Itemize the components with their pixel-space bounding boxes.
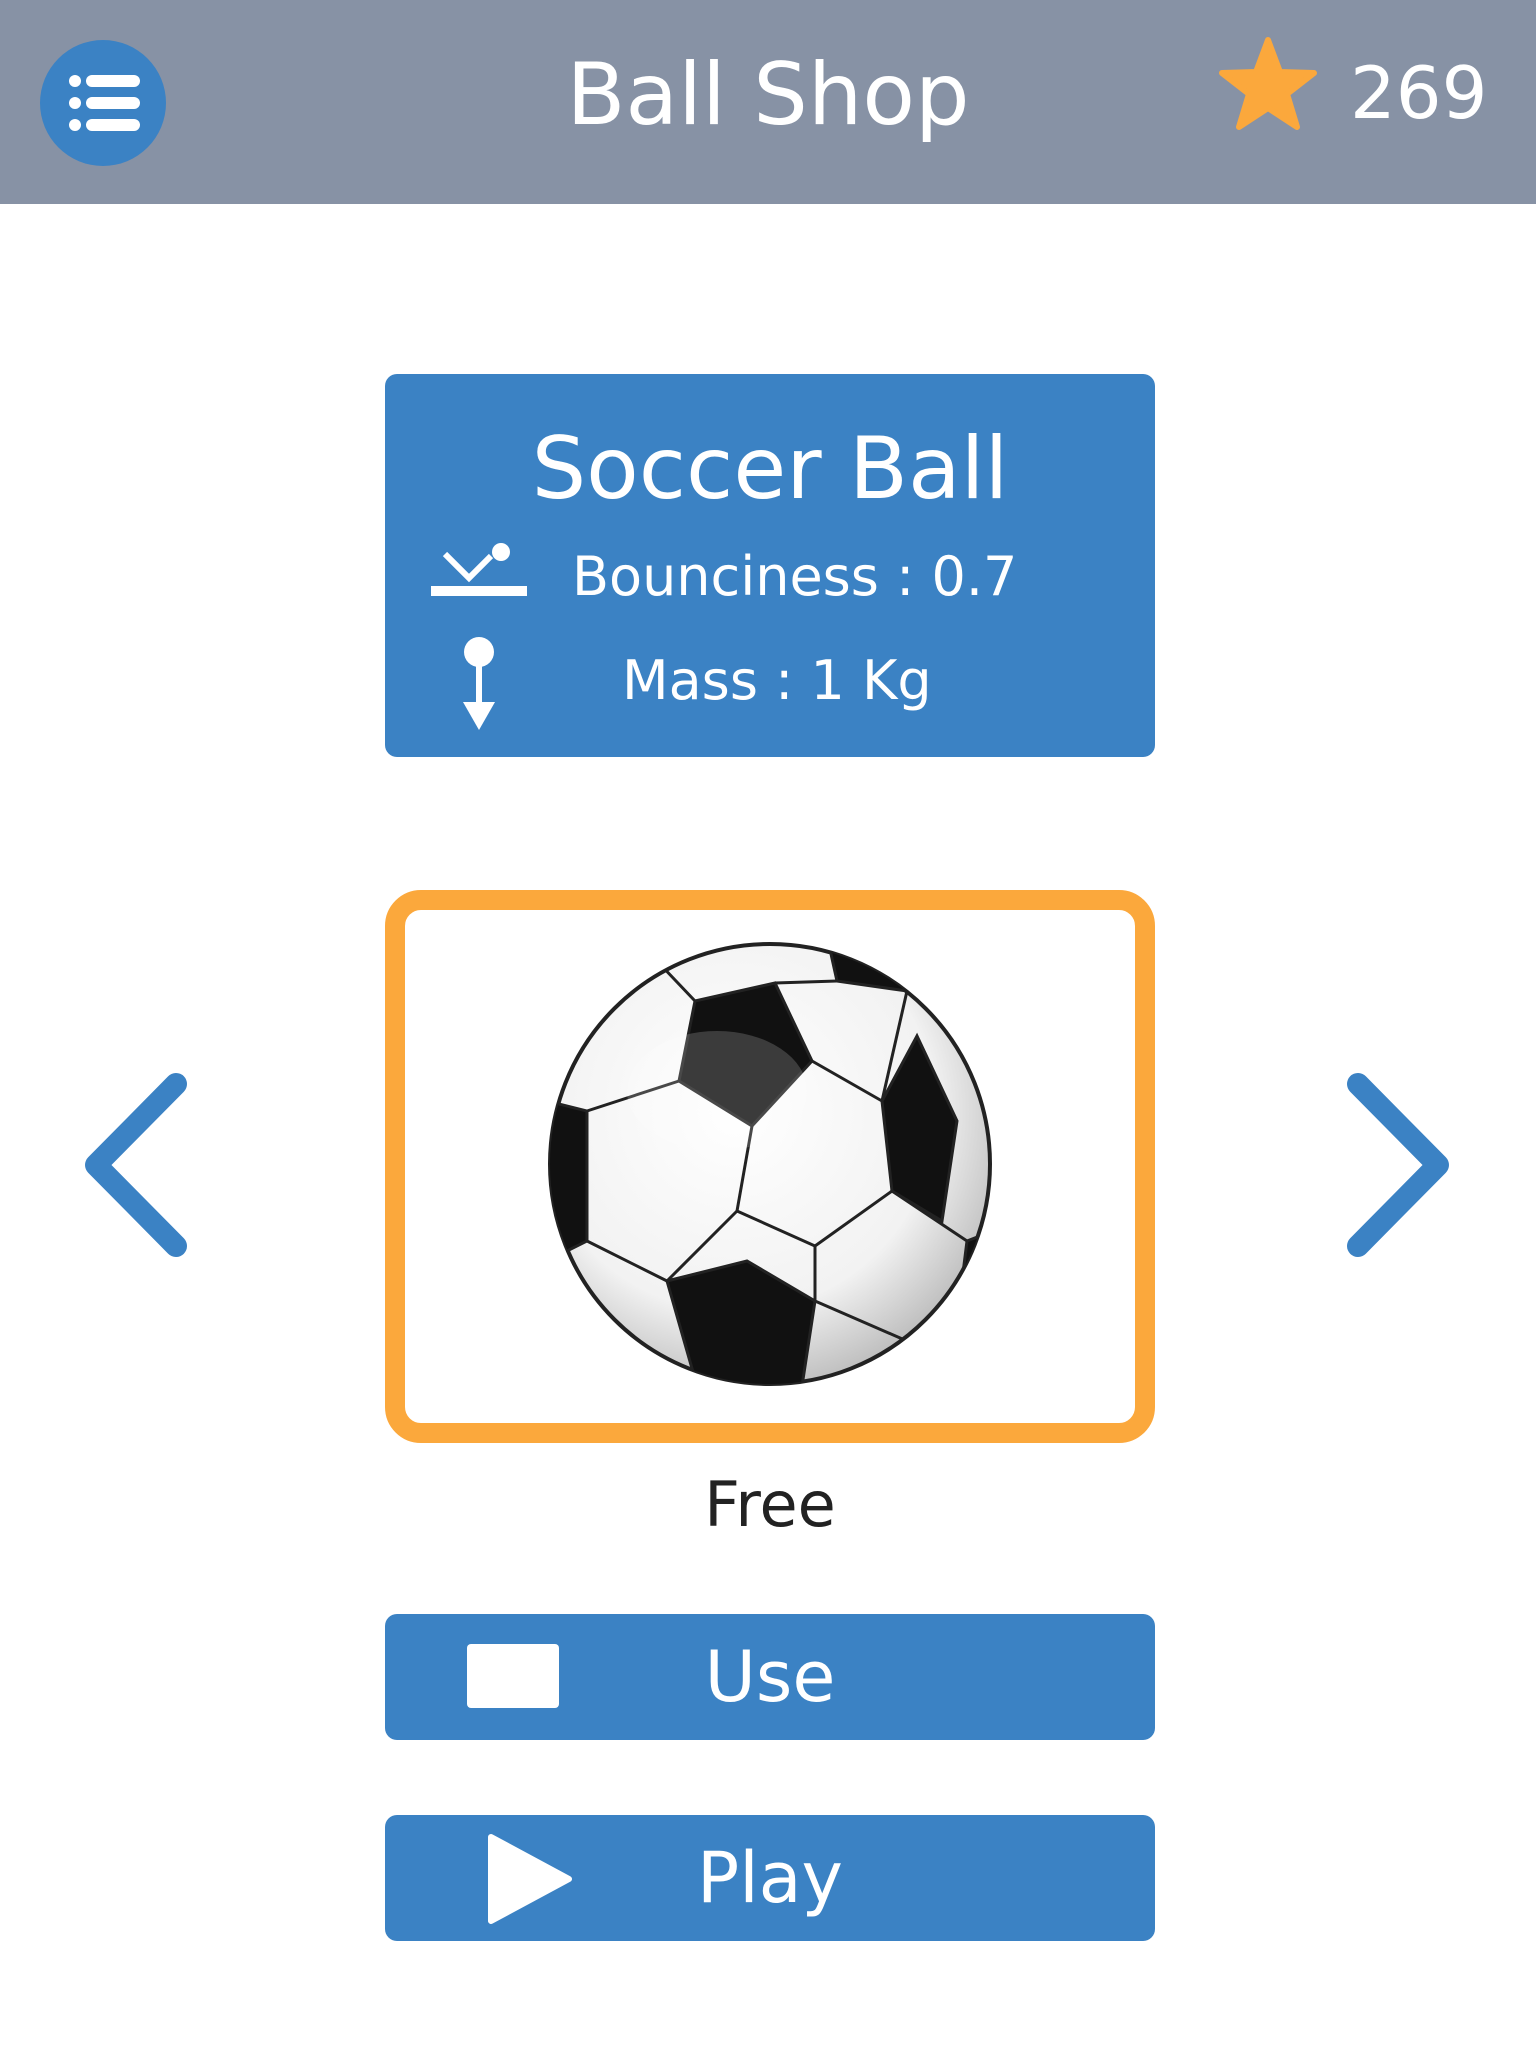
soccer-ball-icon bbox=[548, 942, 992, 1386]
ball-info-card: Soccer Ball Bounciness : 0.7 Mass : 1 Kg bbox=[385, 374, 1155, 757]
use-button-label: Use bbox=[704, 1636, 836, 1718]
use-button[interactable]: Use bbox=[385, 1614, 1155, 1740]
star-count: 269 bbox=[1350, 51, 1488, 135]
next-arrow-icon[interactable] bbox=[1342, 1072, 1452, 1258]
ball-name: Soccer Ball bbox=[531, 419, 1009, 519]
bounce-icon bbox=[431, 543, 527, 596]
header-bar: Ball Shop 269 bbox=[0, 0, 1536, 204]
bounciness-stat: Bounciness : 0.7 bbox=[572, 545, 1018, 608]
play-button-label: Play bbox=[697, 1837, 843, 1919]
star-icon bbox=[1219, 37, 1317, 130]
mass-stat: Mass : 1 Kg bbox=[622, 649, 932, 712]
price-label: Free bbox=[704, 1468, 836, 1541]
previous-arrow-icon[interactable] bbox=[82, 1072, 192, 1258]
ball-preview-frame[interactable] bbox=[385, 890, 1155, 1443]
weight-icon bbox=[463, 637, 495, 730]
play-button[interactable]: Play bbox=[385, 1815, 1155, 1941]
